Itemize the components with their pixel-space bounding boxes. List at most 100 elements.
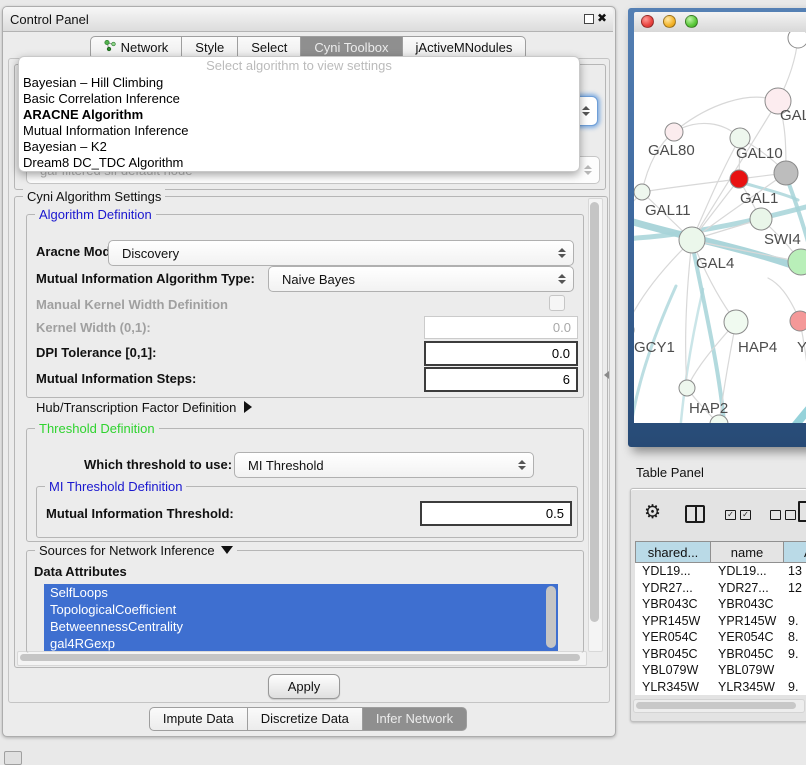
popup-item[interactable]: ARACNE Algorithm [19,107,579,123]
table-cell: 8. [784,630,806,644]
network-node-gal80[interactable] [665,123,683,141]
list-scrollbar-thumb[interactable] [546,586,556,648]
attribute-item[interactable]: SelfLoops [44,584,558,601]
select-all-checkbox-icon[interactable]: ✓ [725,510,736,520]
table-row[interactable]: YBR045CYBR045C9. [635,646,806,663]
network-window-titlebar[interactable] [634,12,806,33]
data-attributes-list[interactable]: SelfLoopsTopologicalCoefficientBetweenne… [44,584,558,651]
network-edge[interactable] [642,179,739,192]
deselect-checkbox-icon[interactable] [770,510,781,520]
network-edge[interactable] [642,132,674,192]
network-node[interactable] [788,249,806,275]
scrollbar-thumb[interactable] [590,202,599,622]
table-row[interactable]: YBR043CYBR043C [635,596,806,613]
hub-definition-label: Hub/Transcription Factor Definition [36,400,236,415]
table-header-row: shared...nameA [635,541,806,563]
attribute-item[interactable]: TopologicalCoefficient [44,601,558,618]
network-graph[interactable]: GALGAL80GAL10GAL1GAL11GAL4SWI4GCY1HAP4YH… [634,32,806,423]
zoom-traffic-light-icon[interactable] [685,15,698,28]
table-panel: ⚙ ✓ ✓ shared...nameA YDL19...YDL19...13Y… [630,488,806,722]
manual-kernel-label: Manual Kernel Width Definition [36,297,228,312]
network-node-gal1[interactable] [750,208,772,230]
mi-threshold-label: Mutual Information Threshold: [46,506,234,521]
algorithm-definition-title: Algorithm Definition [35,207,156,222]
mi-threshold-field[interactable]: 0.5 [420,501,572,526]
table-row[interactable]: YDR27...YDR27...12 [635,580,806,597]
node-label-swi4: SWI4 [764,231,801,248]
dpi-tolerance-field[interactable]: 0.0 [424,341,578,366]
mi-steps-field[interactable]: 6 [424,367,578,392]
tab-impute-data[interactable]: Impute Data [149,707,248,731]
column-header-shared-[interactable]: shared... [635,541,711,563]
network-node-gal4[interactable] [679,227,705,253]
table-horizontal-scrollbar[interactable] [633,699,805,713]
float-window-icon[interactable] [584,14,594,24]
scrollbar-thumb[interactable] [20,654,580,661]
network-node[interactable] [774,161,798,185]
mi-type-label: Mutual Information Algorithm Type: [36,271,255,286]
apply-button[interactable]: Apply [268,674,340,699]
network-edge[interactable] [800,321,806,413]
attribute-item[interactable]: BetweennessCentrality [44,618,558,635]
sources-toggle[interactable]: Sources for Network Inference [35,543,237,558]
hub-definition-toggle[interactable]: Hub/Transcription Factor Definition [36,400,252,415]
close-traffic-light-icon[interactable] [641,15,654,28]
collapsed-panel-tab[interactable] [4,751,22,765]
table-cell: YBR043C [635,597,711,611]
gear-icon[interactable]: ⚙ [644,501,661,524]
split-pane-collapse-icon[interactable] [604,371,609,379]
settings-horizontal-scrollbar[interactable] [17,651,587,666]
network-node-gal11[interactable] [634,184,650,200]
network-node-hap4[interactable] [724,310,748,334]
which-threshold-combo[interactable]: MI Threshold [234,452,534,478]
popup-item[interactable]: Bayesian – K2 [19,139,579,155]
network-node[interactable] [730,170,748,188]
table-row[interactable]: YDL19...YDL19...13 [635,563,806,580]
control-panel-titlebar[interactable] [3,7,613,32]
kernel-width-label: Kernel Width (0,1): [36,320,151,335]
scrollbar-thumb[interactable] [636,702,796,709]
column-header-name[interactable]: name [711,541,784,563]
network-edge[interactable] [790,390,806,423]
network-node[interactable] [788,32,806,48]
popup-hint: Select algorithm to view settings [19,57,579,75]
export-table-icon[interactable] [798,501,806,522]
minimize-traffic-light-icon[interactable] [663,15,676,28]
table-row[interactable]: YLR345WYLR345W9. [635,679,806,696]
network-node-hap2[interactable] [679,380,695,396]
table-row[interactable]: YPR145WYPR145W9. [635,613,806,630]
attribute-item[interactable]: gal4RGexp [44,635,558,651]
network-canvas[interactable]: GALGAL80GAL10GAL1GAL11GAL4SWI4GCY1HAP4YH… [634,32,806,423]
node-table[interactable]: shared...nameA YDL19...YDL19...13YDR27..… [635,541,806,695]
tab-infer-network[interactable]: Infer Network [363,707,467,731]
popup-item[interactable]: Mutual Information Inference [19,123,579,139]
close-icon[interactable]: ✖ [597,11,607,25]
cyni-bottom-tab-bar: Impute DataDiscretize DataInfer Network [8,707,608,729]
manual-kernel-checkbox[interactable] [549,295,565,311]
popup-item[interactable]: Bayesian – Hill Climbing [19,75,579,91]
network-node-y[interactable] [790,311,806,331]
network-view-window[interactable]: GALGAL80GAL10GAL1GAL11GAL4SWI4GCY1HAP4YH… [628,8,806,447]
table-cell: YDL19... [635,564,711,578]
data-attributes-label: Data Attributes [34,564,127,579]
table-row[interactable]: YBL079WYBL079W [635,662,806,679]
mi-type-combo[interactable]: Naive Bayes [268,266,574,292]
stepper-icon [557,248,566,258]
tab-discretize-data[interactable]: Discretize Data [248,707,363,731]
select-all-checkbox-icon-2[interactable]: ✓ [740,510,751,520]
deselect-checkbox-icon-2[interactable] [785,510,796,520]
algorithm-selection-popup: Select algorithm to view settings Bayesi… [18,56,580,172]
which-threshold-value: MI Threshold [235,458,517,473]
kernel-width-field[interactable]: 0.0 [424,316,578,339]
split-columns-icon[interactable] [685,505,705,523]
dpi-tolerance-label: DPI Tolerance [0,1]: [36,345,156,360]
aracne-mode-combo[interactable]: Discovery [108,240,574,266]
popup-item[interactable]: Basic Correlation Inference [19,91,579,107]
table-row[interactable]: YER054CYER054C8. [635,629,806,646]
table-cell: YER054C [635,630,711,644]
node-label-gal1: GAL1 [740,190,778,207]
popup-item[interactable]: Dream8 DC_TDC Algorithm [19,155,579,171]
collapse-down-icon [221,546,233,554]
column-header-a[interactable]: A [784,541,806,563]
settings-vertical-scrollbar[interactable] [588,198,603,652]
